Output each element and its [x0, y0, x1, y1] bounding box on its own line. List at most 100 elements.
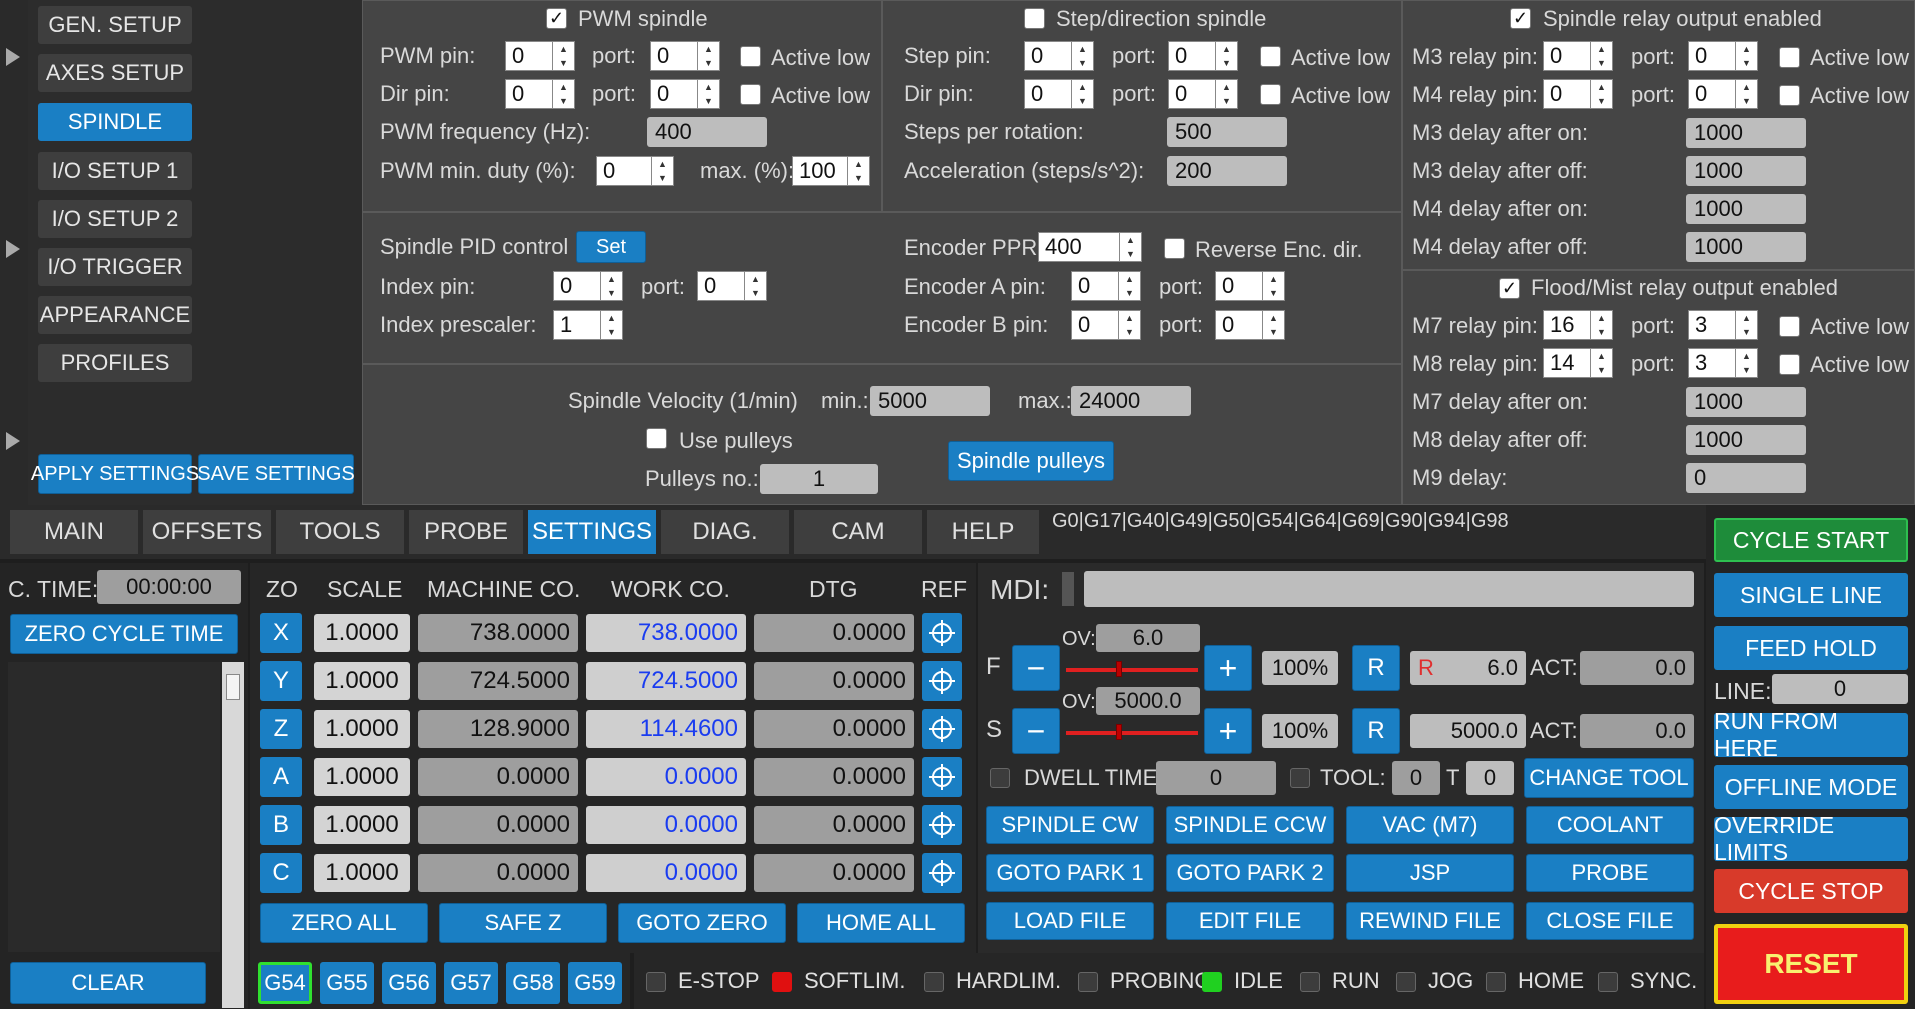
single-line-button[interactable]: SINGLE LINE: [1714, 573, 1908, 617]
m4-active-low-checkbox[interactable]: [1779, 85, 1800, 106]
history-scrollbar[interactable]: [222, 662, 244, 1008]
m8-relay-pin-spinner[interactable]: 14 ▲ ▼: [1543, 348, 1613, 378]
encoder-a-port-spinner[interactable]: 0 ▲ ▼: [1215, 271, 1285, 301]
m4-delay-off-field[interactable]: 1000: [1686, 232, 1806, 262]
mdi-input[interactable]: [1084, 571, 1694, 607]
wcs-g57-button[interactable]: G57: [444, 962, 498, 1004]
m8-delay-off-field[interactable]: 1000: [1686, 425, 1806, 455]
axis-z-ref-button[interactable]: [922, 709, 962, 749]
axis-x-ref-button[interactable]: [922, 613, 962, 653]
pwm-spindle-checkbox[interactable]: ✓: [546, 8, 567, 29]
axis-c-ref-button[interactable]: [922, 853, 962, 893]
tab-probe[interactable]: PROBE: [409, 510, 523, 554]
speed-slider-knob[interactable]: [1116, 724, 1122, 740]
m7-delay-on-field[interactable]: 1000: [1686, 387, 1806, 417]
axis-a-scale[interactable]: 1.0000: [314, 758, 410, 796]
velocity-min-field[interactable]: 5000: [870, 386, 990, 416]
axis-z-work[interactable]: 114.4600: [586, 710, 746, 748]
pwm-dir-active-low-checkbox[interactable]: [740, 84, 761, 105]
axis-a-work[interactable]: 0.0000: [586, 758, 746, 796]
feed-override-slider[interactable]: [1066, 668, 1198, 672]
line-value[interactable]: 0: [1772, 674, 1908, 704]
index-port-spinner[interactable]: 0 ▲ ▼: [697, 271, 767, 301]
step-dir-active-low-checkbox[interactable]: [1260, 84, 1281, 105]
encoder-ppr-spinner[interactable]: 400 ▲ ▼: [1038, 232, 1142, 262]
cycle-start-button[interactable]: CYCLE START: [1714, 518, 1908, 562]
relay-enabled-checkbox[interactable]: ✓: [1510, 8, 1531, 29]
rewind-file-button[interactable]: REWIND FILE: [1346, 902, 1514, 940]
axis-x-scale[interactable]: 1.0000: [314, 614, 410, 652]
pwm-pin-spinner[interactable]: 0 ▲ ▼: [505, 41, 575, 71]
step-pin-spinner[interactable]: 0 ▲ ▼: [1024, 41, 1094, 71]
safe-z-button[interactable]: SAFE Z: [439, 903, 607, 943]
override-limits-button[interactable]: OVERRIDE LIMITS: [1714, 812, 1908, 865]
cycle-stop-button[interactable]: CYCLE STOP: [1714, 869, 1908, 913]
tab-cam[interactable]: CAM: [794, 510, 922, 554]
pwm-active-low-checkbox[interactable]: [740, 46, 761, 67]
expand-arrow-icon[interactable]: [6, 240, 20, 258]
tab-settings[interactable]: SETTINGS: [528, 510, 656, 554]
index-pin-spinner[interactable]: 0 ▲ ▼: [553, 271, 623, 301]
feed-reset-button[interactable]: R: [1352, 645, 1400, 691]
axis-a-zero-button[interactable]: A: [260, 757, 302, 797]
spindle-pulleys-button[interactable]: Spindle pulleys: [948, 441, 1114, 481]
nav-io-trigger[interactable]: I/O TRIGGER: [38, 248, 192, 286]
home-all-button[interactable]: HOME ALL: [797, 903, 965, 943]
goto-zero-button[interactable]: GOTO ZERO: [618, 903, 786, 943]
tab-offsets[interactable]: OFFSETS: [143, 510, 271, 554]
m4-relay-pin-spinner[interactable]: 0 ▲ ▼: [1543, 79, 1613, 109]
pwm-dir-port-spinner[interactable]: 0 ▲ ▼: [650, 79, 720, 109]
m7-active-low-checkbox[interactable]: [1779, 316, 1800, 337]
change-tool-button[interactable]: CHANGE TOOL: [1524, 758, 1694, 798]
goto-park-1-button[interactable]: GOTO PARK 1: [986, 854, 1154, 892]
nav-io-setup-1[interactable]: I/O SETUP 1: [38, 152, 192, 190]
axis-c-scale[interactable]: 1.0000: [314, 854, 410, 892]
pwm-max-duty-spinner[interactable]: 100 ▲ ▼: [792, 156, 870, 186]
wcs-g55-button[interactable]: G55: [320, 962, 374, 1004]
close-file-button[interactable]: CLOSE FILE: [1526, 902, 1694, 940]
m3-delay-on-field[interactable]: 1000: [1686, 118, 1806, 148]
coolant-button[interactable]: COOLANT: [1526, 806, 1694, 844]
m7-relay-pin-spinner[interactable]: 16 ▲ ▼: [1543, 310, 1613, 340]
nav-io-setup-2[interactable]: I/O SETUP 2: [38, 200, 192, 238]
flood-enabled-checkbox[interactable]: ✓: [1499, 278, 1520, 299]
tab-main[interactable]: MAIN: [10, 510, 138, 554]
axis-b-zero-button[interactable]: B: [260, 805, 302, 845]
m3-relay-pin-spinner[interactable]: 0 ▲ ▼: [1543, 41, 1613, 71]
reverse-enc-checkbox[interactable]: [1164, 238, 1185, 259]
wcs-g54-button[interactable]: G54: [258, 962, 312, 1004]
probe-button[interactable]: PROBE: [1526, 854, 1694, 892]
load-file-button[interactable]: LOAD FILE: [986, 902, 1154, 940]
speed-override-slider[interactable]: [1066, 731, 1198, 735]
speed-plus-button[interactable]: +: [1204, 708, 1252, 754]
feed-minus-button[interactable]: −: [1012, 645, 1060, 691]
axis-x-work[interactable]: 738.0000: [586, 614, 746, 652]
m8-port-spinner[interactable]: 3 ▲ ▼: [1688, 348, 1758, 378]
spindle-cw-button[interactable]: SPINDLE CW: [986, 806, 1154, 844]
t-value[interactable]: 0: [1466, 761, 1514, 795]
apply-settings-button[interactable]: APPLY SETTINGS: [31, 454, 199, 494]
m4-delay-on-field[interactable]: 1000: [1686, 194, 1806, 224]
step-dir-port-spinner[interactable]: 0 ▲ ▼: [1168, 79, 1238, 109]
goto-park-2-button[interactable]: GOTO PARK 2: [1166, 854, 1334, 892]
axis-a-ref-button[interactable]: [922, 757, 962, 797]
nav-spindle[interactable]: SPINDLE: [38, 103, 192, 141]
acceleration-field[interactable]: 200: [1167, 156, 1287, 186]
axis-y-ref-button[interactable]: [922, 661, 962, 701]
speed-reset-button[interactable]: R: [1352, 708, 1400, 754]
m7-port-spinner[interactable]: 3 ▲ ▼: [1688, 310, 1758, 340]
step-active-low-checkbox[interactable]: [1260, 46, 1281, 67]
pwm-frequency-field[interactable]: 400: [647, 117, 767, 147]
axis-b-scale[interactable]: 1.0000: [314, 806, 410, 844]
tab-diag[interactable]: DIAG.: [661, 510, 789, 554]
step-port-spinner[interactable]: 0 ▲ ▼: [1168, 41, 1238, 71]
m3-active-low-checkbox[interactable]: [1779, 47, 1800, 68]
axis-b-ref-button[interactable]: [922, 805, 962, 845]
axis-b-work[interactable]: 0.0000: [586, 806, 746, 844]
m3-port-spinner[interactable]: 0 ▲ ▼: [1688, 41, 1758, 71]
tab-tools[interactable]: TOOLS: [276, 510, 404, 554]
m4-port-spinner[interactable]: 0 ▲ ▼: [1688, 79, 1758, 109]
expand-arrow-icon[interactable]: [6, 48, 20, 66]
nav-profiles[interactable]: PROFILES: [38, 344, 192, 382]
index-prescaler-spinner[interactable]: 1 ▲ ▼: [553, 310, 623, 340]
